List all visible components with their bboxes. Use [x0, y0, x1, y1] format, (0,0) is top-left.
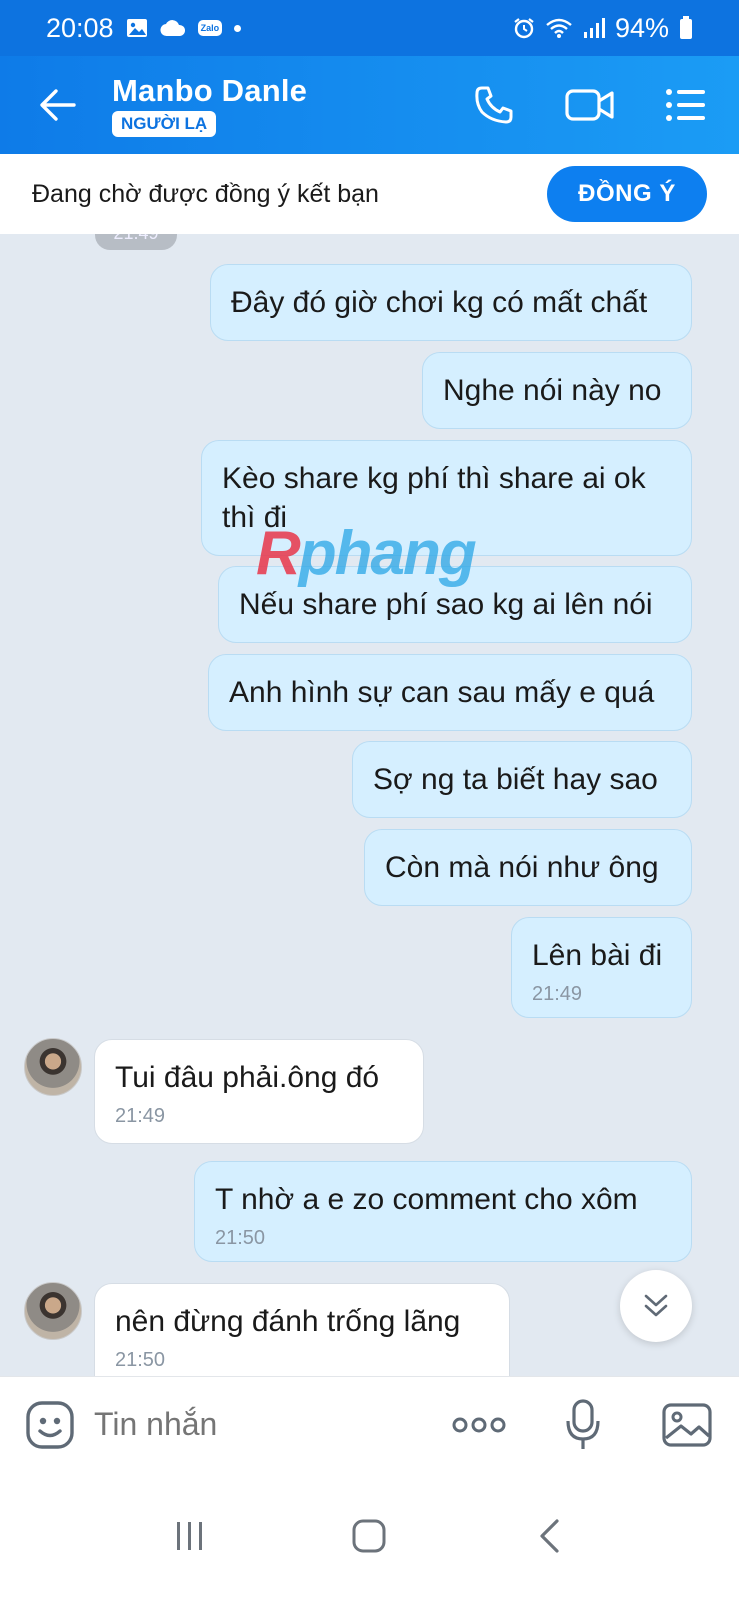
message-time: 21:50 — [115, 1349, 166, 1371]
message-time: 21:50 — [215, 1227, 266, 1249]
message-text: nên đừng đánh trống lãng — [115, 1305, 461, 1338]
recent-apps-icon[interactable] — [160, 1506, 220, 1566]
scroll-down-button[interactable] — [620, 1270, 692, 1342]
message-out[interactable]: Lên bài đi 21:49 — [511, 917, 692, 1018]
back-icon[interactable] — [519, 1506, 579, 1566]
contact-name: Manbo Danle — [112, 73, 308, 108]
cloud-icon — [160, 18, 186, 38]
message-out[interactable]: Nghe nói này no — [422, 352, 692, 429]
message-text: Còn mà nói như ông — [385, 851, 659, 884]
zalo-icon: Zalo — [197, 20, 223, 36]
battery-percent: 94% — [614, 12, 669, 43]
chat-area[interactable]: 21:49 Đây đó giờ chơi kg có mất chất Ngh… — [0, 234, 739, 1404]
chat-header: Manbo Danle NGƯỜI LẠ — [0, 56, 739, 154]
time-divider: 21:49 — [95, 234, 177, 250]
status-right: 94% — [513, 13, 693, 44]
message-text: Kèo share kg phí thì share ai ok thì đi — [222, 462, 646, 534]
message-text: Đây đó giờ chơi kg có mất chất — [231, 286, 648, 319]
message-out[interactable]: T nhờ a e zo comment cho xôm 21:50 — [194, 1161, 692, 1262]
phone-icon[interactable] — [469, 80, 519, 130]
status-bar: 20:08 Zalo 94% — [0, 0, 739, 56]
header-actions — [469, 80, 711, 130]
more-icon[interactable] — [451, 1397, 507, 1453]
home-icon[interactable] — [339, 1506, 399, 1566]
message-text: Sợ ng ta biết hay sao — [373, 763, 658, 796]
dot-icon — [234, 24, 242, 32]
status-left: 20:08 Zalo — [46, 12, 242, 44]
header-title[interactable]: Manbo Danle NGƯỜI LẠ — [112, 73, 307, 137]
microphone-icon[interactable] — [555, 1397, 611, 1453]
message-text: Lên bài đi — [532, 939, 663, 972]
back-arrow-icon[interactable] — [30, 77, 86, 133]
message-out[interactable]: Sợ ng ta biết hay sao — [352, 741, 692, 818]
signal-icon — [583, 17, 605, 39]
message-text: Nếu share phí sao kg ai lên nói — [239, 588, 653, 621]
message-out[interactable]: Nếu share phí sao kg ai lên nói — [218, 566, 692, 643]
message-text: Anh hình sự can sau mấy e quá — [229, 676, 655, 709]
message-text: Nghe nói này no — [443, 374, 662, 407]
friend-request-text: Đang chờ được đồng ý kết bạn — [32, 179, 379, 208]
accept-friend-button[interactable]: ĐỒNG Ý — [547, 166, 707, 222]
input-actions — [451, 1397, 715, 1453]
avatar[interactable] — [24, 1282, 82, 1340]
image-icon[interactable] — [659, 1397, 715, 1453]
battery-icon — [679, 16, 693, 40]
message-time: 21:49 — [532, 983, 583, 1005]
message-text: Tui đâu phải.ông đó — [115, 1061, 380, 1094]
message-out[interactable]: Anh hình sự can sau mấy e quá — [208, 654, 692, 731]
menu-icon[interactable] — [661, 80, 711, 130]
emoji-icon[interactable] — [24, 1399, 76, 1451]
image-icon — [126, 17, 148, 39]
friend-request-bar: Đang chờ được đồng ý kết bạn ĐỒNG Ý — [0, 154, 739, 234]
avatar[interactable] — [24, 1038, 82, 1096]
message-out[interactable]: Còn mà nói như ông — [364, 829, 692, 906]
status-time: 20:08 — [46, 12, 114, 43]
message-out[interactable]: Đây đó giờ chơi kg có mất chất — [210, 264, 692, 341]
system-nav-bar — [0, 1472, 739, 1600]
message-out[interactable]: Kèo share kg phí thì share ai ok thì đi — [201, 440, 692, 556]
video-call-icon[interactable] — [565, 80, 615, 130]
message-time: 21:49 — [115, 1105, 166, 1127]
alarm-icon — [513, 17, 535, 39]
wifi-icon — [545, 17, 573, 39]
message-input-bar — [0, 1376, 739, 1472]
message-in[interactable]: Tui đâu phải.ông đó 21:49 — [94, 1039, 424, 1144]
chevron-double-down-icon — [644, 1294, 668, 1317]
message-input[interactable] — [94, 1406, 394, 1443]
stranger-badge: NGƯỜI LẠ — [112, 111, 217, 137]
message-text: T nhờ a e zo comment cho xôm — [215, 1183, 638, 1216]
